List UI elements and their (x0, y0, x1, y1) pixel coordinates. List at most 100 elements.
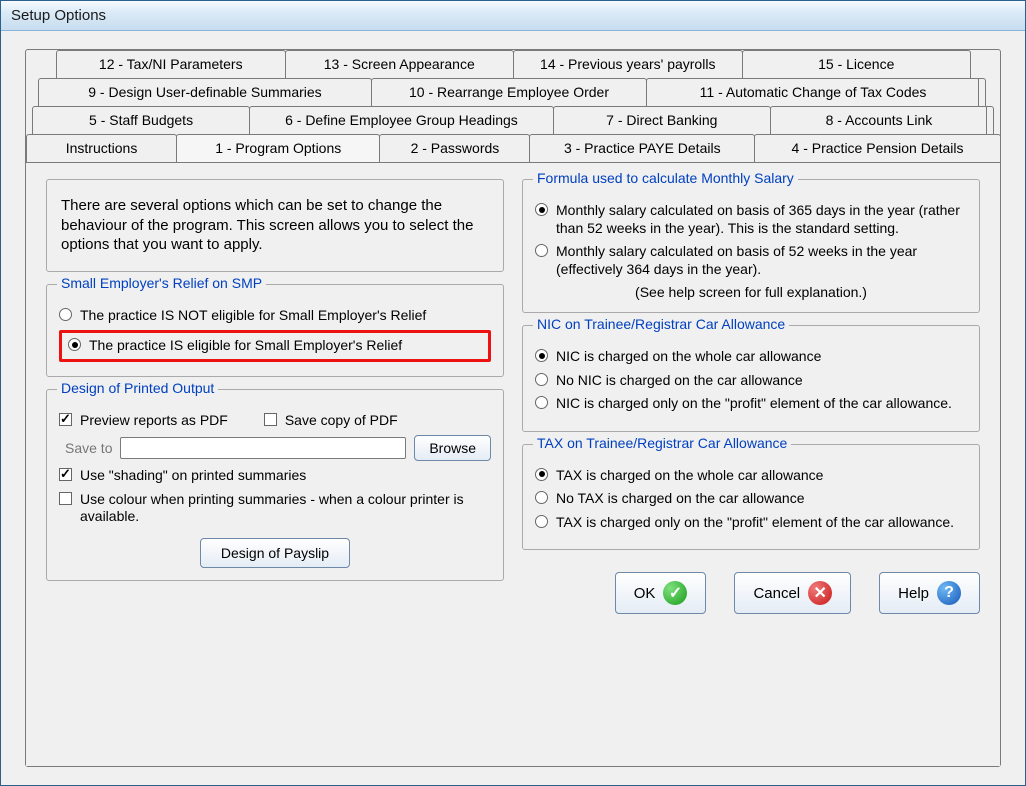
radio-icon (535, 515, 548, 528)
group-tax-legend: TAX on Trainee/Registrar Car Allowance (533, 435, 791, 451)
smp-option-not-label: The practice IS NOT eligible for Small E… (80, 307, 426, 325)
tab-5-staff-budgets[interactable]: 5 - Staff Budgets (32, 106, 250, 134)
smp-option-is-label: The practice IS eligible for Small Emplo… (89, 337, 402, 355)
radio-icon (535, 468, 548, 481)
browse-button[interactable]: Browse (414, 435, 491, 461)
preview-pdf-label: Preview reports as PDF (80, 412, 228, 430)
nic-option-whole[interactable]: NIC is charged on the whole car allowanc… (535, 348, 967, 366)
ok-label: OK (634, 585, 656, 602)
titlebar: Setup Options (1, 1, 1025, 31)
help-label: Help (898, 585, 929, 602)
client-area: 12 - Tax/NI Parameters 13 - Screen Appea… (1, 31, 1025, 785)
tab-7-direct-banking[interactable]: 7 - Direct Banking (553, 106, 771, 134)
radio-icon (59, 308, 72, 321)
dialog-button-row: OK ✓ Cancel ✕ Help ? (522, 572, 980, 614)
save-to-input[interactable] (120, 437, 406, 459)
row-preview-save: Preview reports as PDF Save copy of PDF (59, 412, 491, 430)
save-copy-label: Save copy of PDF (285, 412, 398, 430)
tab-row-1: 12 - Tax/NI Parameters 13 - Screen Appea… (26, 50, 1000, 78)
design-payslip-button[interactable]: Design of Payslip (200, 538, 350, 568)
tax-option-none[interactable]: No TAX is charged on the car allowance (535, 490, 967, 508)
tab-4-pension-details[interactable]: 4 - Practice Pension Details (754, 134, 1001, 162)
tab-10-rearrange[interactable]: 10 - Rearrange Employee Order (371, 78, 647, 106)
help-icon: ? (937, 581, 961, 605)
checkbox-icon (59, 492, 72, 505)
nic-whole-label: NIC is charged on the whole car allowanc… (556, 348, 821, 366)
smp-option-eligible[interactable]: The practice IS eligible for Small Emplo… (68, 337, 482, 355)
shading-label: Use "shading" on printed summaries (80, 467, 306, 485)
left-column: There are several options which can be s… (46, 179, 504, 750)
group-nic: NIC on Trainee/Registrar Car Allowance N… (522, 325, 980, 432)
help-button[interactable]: Help ? (879, 572, 980, 614)
tab-control: 12 - Tax/NI Parameters 13 - Screen Appea… (25, 49, 1001, 767)
tab-1-program-options[interactable]: 1 - Program Options (176, 134, 380, 162)
checkbox-icon (59, 413, 72, 426)
radio-icon (535, 203, 548, 216)
check-colour[interactable]: Use colour when printing summaries - whe… (59, 491, 491, 526)
tab-row-3: 5 - Staff Budgets 6 - Define Employee Gr… (26, 106, 1000, 134)
smp-option-not-eligible[interactable]: The practice IS NOT eligible for Small E… (59, 307, 491, 325)
tab-stub (986, 106, 994, 134)
window-title: Setup Options (11, 7, 106, 24)
nic-none-label: No NIC is charged on the car allowance (556, 372, 803, 390)
right-column: Formula used to calculate Monthly Salary… (522, 179, 980, 750)
tab-12-tax-ni[interactable]: 12 - Tax/NI Parameters (56, 50, 286, 78)
radio-icon (535, 349, 548, 362)
colour-label: Use colour when printing summaries - whe… (80, 491, 491, 526)
tab-stub (978, 78, 986, 106)
check-preview-pdf[interactable]: Preview reports as PDF (59, 412, 228, 430)
cancel-icon: ✕ (808, 581, 832, 605)
radio-icon (68, 338, 81, 351)
radio-icon (535, 396, 548, 409)
tax-option-profit[interactable]: TAX is charged only on the "profit" elem… (535, 514, 967, 532)
setup-options-window: Setup Options 12 - Tax/NI Parameters 13 … (0, 0, 1026, 786)
group-formula: Formula used to calculate Monthly Salary… (522, 179, 980, 313)
group-nic-legend: NIC on Trainee/Registrar Car Allowance (533, 316, 789, 332)
formula-help-note: (See help screen for full explanation.) (535, 284, 967, 300)
tax-option-whole[interactable]: TAX is charged on the whole car allowanc… (535, 467, 967, 485)
intro-text: There are several options which can be s… (46, 179, 504, 272)
nic-option-profit[interactable]: NIC is charged only on the "profit" elem… (535, 395, 967, 413)
tab-9-summaries[interactable]: 9 - Design User-definable Summaries (38, 78, 372, 106)
formula-option-52[interactable]: Monthly salary calculated on basis of 52… (535, 243, 967, 278)
tab-row-4: Instructions 1 - Program Options 2 - Pas… (26, 134, 1000, 162)
formula-365-label: Monthly salary calculated on basis of 36… (556, 202, 967, 237)
check-save-copy-pdf[interactable]: Save copy of PDF (264, 412, 398, 430)
radio-icon (535, 491, 548, 504)
tab-13-screen-appearance[interactable]: 13 - Screen Appearance (285, 50, 515, 78)
save-to-label: Save to (65, 440, 112, 456)
cancel-label: Cancel (753, 585, 800, 602)
tab-6-group-headings[interactable]: 6 - Define Employee Group Headings (249, 106, 554, 134)
group-printed-legend: Design of Printed Output (57, 380, 218, 396)
tax-whole-label: TAX is charged on the whole car allowanc… (556, 467, 823, 485)
tab-2-passwords[interactable]: 2 - Passwords (379, 134, 530, 162)
tax-profit-label: TAX is charged only on the "profit" elem… (556, 514, 954, 532)
radio-icon (535, 244, 548, 257)
highlight-eligible: The practice IS eligible for Small Emplo… (59, 330, 491, 362)
checkbox-icon (264, 413, 277, 426)
radio-icon (535, 373, 548, 386)
tab-8-accounts-link[interactable]: 8 - Accounts Link (770, 106, 988, 134)
tab-body: There are several options which can be s… (26, 162, 1000, 766)
tab-instructions[interactable]: Instructions (26, 134, 177, 162)
nic-option-none[interactable]: No NIC is charged on the car allowance (535, 372, 967, 390)
tax-none-label: No TAX is charged on the car allowance (556, 490, 805, 508)
group-tax: TAX on Trainee/Registrar Car Allowance T… (522, 444, 980, 551)
nic-profit-label: NIC is charged only on the "profit" elem… (556, 395, 952, 413)
group-formula-legend: Formula used to calculate Monthly Salary (533, 170, 798, 186)
tab-11-tax-codes[interactable]: 11 - Automatic Change of Tax Codes (646, 78, 980, 106)
formula-52-label: Monthly salary calculated on basis of 52… (556, 243, 967, 278)
formula-option-365[interactable]: Monthly salary calculated on basis of 36… (535, 202, 967, 237)
tab-14-previous-payrolls[interactable]: 14 - Previous years' payrolls (513, 50, 743, 78)
group-smp-legend: Small Employer's Relief on SMP (57, 275, 266, 291)
group-smp: Small Employer's Relief on SMP The pract… (46, 284, 504, 377)
check-shading[interactable]: Use "shading" on printed summaries (59, 467, 491, 485)
row-save-to: Save to Browse (59, 435, 491, 461)
checkbox-icon (59, 468, 72, 481)
tab-3-paye-details[interactable]: 3 - Practice PAYE Details (529, 134, 755, 162)
tab-15-licence[interactable]: 15 - Licence (742, 50, 972, 78)
cancel-button[interactable]: Cancel ✕ (734, 572, 851, 614)
ok-icon: ✓ (663, 581, 687, 605)
tab-row-2: 9 - Design User-definable Summaries 10 -… (26, 78, 1000, 106)
ok-button[interactable]: OK ✓ (615, 572, 707, 614)
